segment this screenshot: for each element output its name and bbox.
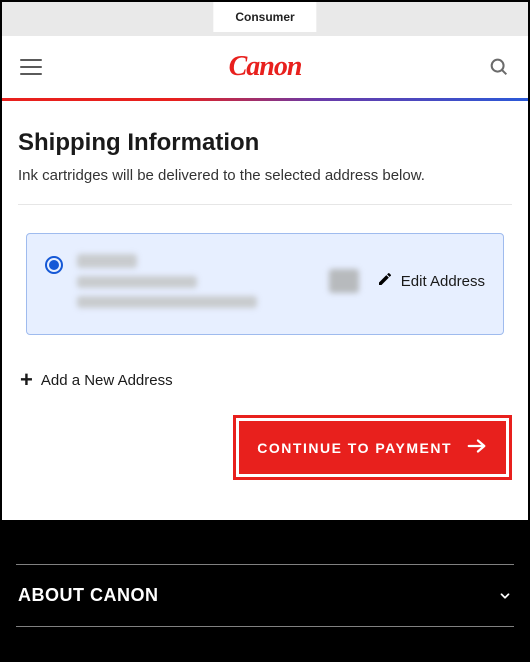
pencil-icon — [377, 271, 393, 291]
segment-tab-consumer[interactable]: Consumer — [213, 2, 316, 32]
cta-highlight-box: CONTINUE TO PAYMENT — [233, 415, 512, 480]
address-text-redacted — [77, 254, 315, 308]
search-icon[interactable] — [488, 56, 510, 78]
add-address-button[interactable]: + Add a New Address — [20, 369, 512, 391]
arrow-right-icon — [466, 435, 488, 460]
plus-icon: + — [20, 369, 33, 391]
chevron-down-icon — [498, 589, 512, 603]
site-header: Canon — [2, 36, 528, 98]
cta-label: CONTINUE TO PAYMENT — [257, 440, 452, 456]
add-address-label: Add a New Address — [41, 372, 173, 389]
main-content: Shipping Information Ink cartridges will… — [2, 101, 528, 540]
section-divider — [18, 204, 512, 205]
address-card[interactable]: Edit Address — [26, 233, 504, 335]
site-footer: ABOUT CANON — [2, 520, 528, 660]
edit-address-button[interactable]: Edit Address — [377, 271, 485, 291]
edit-address-label: Edit Address — [401, 273, 485, 290]
continue-to-payment-button[interactable]: CONTINUE TO PAYMENT — [239, 421, 506, 474]
menu-icon[interactable] — [20, 59, 42, 75]
address-radio[interactable] — [45, 256, 63, 274]
page-title: Shipping Information — [18, 129, 512, 157]
page-subtitle: Ink cartridges will be delivered to the … — [18, 167, 512, 184]
footer-divider-bottom — [16, 626, 514, 627]
footer-about-row[interactable]: ABOUT CANON — [16, 565, 514, 626]
footer-about-label: ABOUT CANON — [18, 585, 159, 606]
top-segment-bar: Consumer — [2, 2, 528, 36]
address-thumb-redacted — [329, 269, 359, 293]
canon-logo[interactable]: Canon — [229, 51, 302, 83]
